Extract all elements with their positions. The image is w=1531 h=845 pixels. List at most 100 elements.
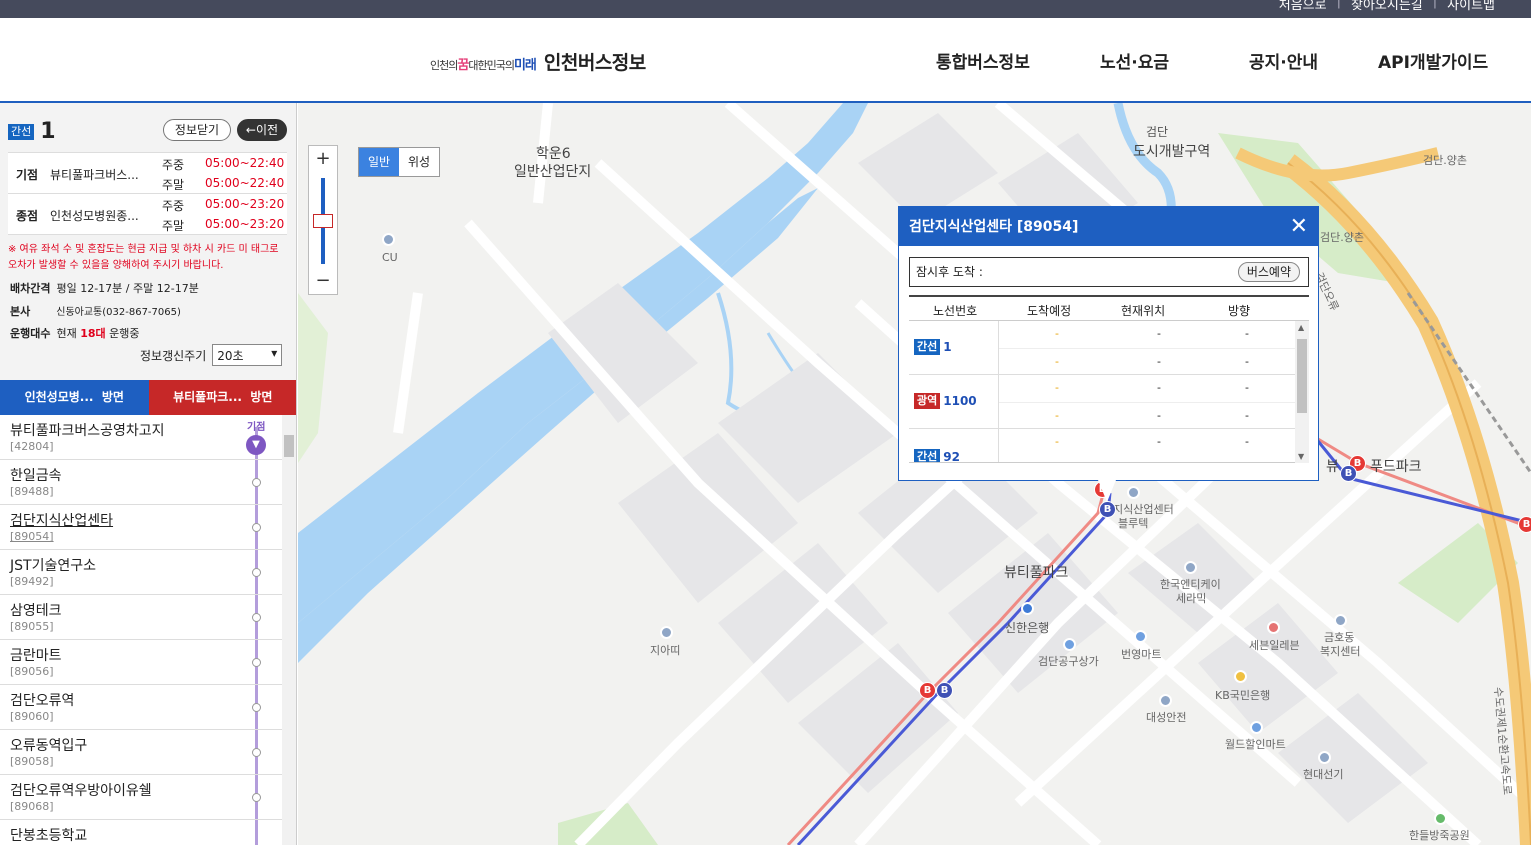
- scroll-down-icon[interactable]: ▼: [1298, 452, 1304, 461]
- table-row[interactable]: 광역 1100 - - - - - -: [909, 375, 1295, 429]
- bank-icon[interactable]: [1021, 602, 1034, 615]
- stop-id: [89488]: [10, 485, 54, 498]
- direction-cell: -: [1245, 435, 1249, 448]
- list-item[interactable]: 검단오류역우방아이유쉘 [89068]: [0, 775, 296, 820]
- bus-reserve-button[interactable]: 버스예약: [1237, 262, 1300, 282]
- tab-direction-seongmo[interactable]: 인천성모병... 방면: [0, 380, 149, 415]
- shopping-icon[interactable]: [1063, 638, 1076, 651]
- back-button[interactable]: ←이전: [237, 119, 287, 141]
- convenience-store-icon[interactable]: [382, 233, 395, 246]
- eta-cell: -: [1055, 435, 1059, 448]
- map-type-satellite[interactable]: 위성: [399, 148, 439, 176]
- map-label: 신한은행: [1005, 621, 1050, 635]
- map-label: 뷰티풀파크: [1004, 565, 1069, 581]
- arrival-text: 잠시후 도착 :: [916, 265, 983, 279]
- shopping-icon[interactable]: [1250, 721, 1263, 734]
- list-item[interactable]: 뷰티풀파크버스공영차고지 [42804] 기점 ▼: [0, 415, 296, 460]
- home-link[interactable]: 처음으로: [1279, 0, 1327, 13]
- close-icon[interactable]: ✕: [1290, 207, 1308, 247]
- list-item[interactable]: 금란마트 [89056]: [0, 640, 296, 685]
- close-info-button[interactable]: 정보닫기: [163, 119, 231, 141]
- list-item[interactable]: 오류동역입구 [89058]: [0, 730, 296, 775]
- tab-direction-beautifulpark[interactable]: 뷰티풀파크... 방면: [148, 380, 296, 415]
- map-label: CU: [382, 251, 398, 264]
- nav-routes-fares[interactable]: 노선·요금: [1100, 48, 1169, 73]
- route-number[interactable]: 92: [943, 450, 960, 462]
- logo-slogan-d: 미래: [513, 58, 537, 73]
- stop-dot-icon: [252, 568, 261, 577]
- building-icon[interactable]: [1184, 561, 1197, 574]
- list-item[interactable]: 삼영테크 [89055]: [0, 595, 296, 640]
- zoom-out-button[interactable]: −: [309, 270, 337, 294]
- route-number[interactable]: 1100: [943, 394, 976, 408]
- building-icon[interactable]: [1127, 486, 1140, 499]
- end-terminal-row: 종점 인천성모병원종... 주중 05:00~23:20 주말 05:00~23…: [8, 194, 287, 235]
- stop-dot-icon: [252, 523, 261, 532]
- stop-list: 뷰티풀파크버스공영차고지 [42804] 기점 ▼ 한일금속 [89488] 검…: [0, 415, 296, 845]
- stop-name: 삼영테크: [10, 603, 62, 619]
- table-row[interactable]: 간선 1 - - - - - -: [909, 321, 1295, 375]
- list-item[interactable]: 검단지식산업센타 [89054]: [0, 505, 296, 550]
- shopping-icon[interactable]: [1134, 630, 1147, 643]
- stop-name: 오류동역입구: [10, 738, 88, 754]
- interval-info: 배차간격 평일 12-17분 / 주말 12-17분: [10, 280, 199, 296]
- stop-id: [89492]: [10, 575, 54, 588]
- building-icon[interactable]: [1318, 751, 1331, 764]
- column-header: 현재위치: [1121, 304, 1166, 318]
- scrollbar-thumb[interactable]: [284, 435, 294, 457]
- convenience-store-icon[interactable]: [1267, 621, 1280, 634]
- list-item[interactable]: 한일금속 [89488]: [0, 460, 296, 505]
- logo-slogan: 인천의꿈대한민국의미래: [430, 54, 537, 73]
- zoom-slider-handle[interactable]: [313, 214, 333, 228]
- directions-link[interactable]: 찾아오시는길: [1351, 0, 1423, 13]
- map-type-normal[interactable]: 일반: [359, 148, 399, 176]
- bus-stop-marker-red[interactable]: B: [1518, 516, 1531, 533]
- weekend-time: 05:00~22:40: [205, 176, 285, 190]
- bank-icon[interactable]: [1234, 670, 1247, 683]
- nav-api-guide[interactable]: API개발가이드: [1378, 48, 1488, 73]
- popup-scrollbar[interactable]: ▲ ▼: [1295, 321, 1309, 463]
- nav-integrated-bus[interactable]: 통합버스정보: [936, 48, 1030, 73]
- refresh-select[interactable]: 20초: [212, 344, 283, 366]
- nav-notice[interactable]: 공지·안내: [1249, 48, 1318, 73]
- welfare-center-icon[interactable]: [1334, 614, 1347, 627]
- list-item[interactable]: JST기술연구소 [89492]: [0, 550, 296, 595]
- bus-stop-marker-red[interactable]: B: [919, 682, 936, 699]
- logo-slogan-c: 대한민국의: [468, 59, 515, 72]
- building-icon[interactable]: [660, 626, 673, 639]
- direction-cell: -: [1245, 327, 1249, 340]
- zoom-in-button[interactable]: +: [309, 148, 337, 172]
- arrival-subrow: - - -: [999, 321, 1295, 348]
- refresh-interval: 정보갱신주기 20초: [140, 344, 283, 366]
- start-label: 기점: [16, 168, 39, 182]
- table-row[interactable]: 간선 92 - - -: [909, 429, 1295, 462]
- site-logo[interactable]: 인천의꿈대한민국의미래 인천버스정보: [430, 48, 646, 75]
- route-cell: 광역 1100: [914, 393, 977, 409]
- sitemap-link[interactable]: 사이트맵: [1447, 0, 1495, 13]
- bus-stop-marker-blue[interactable]: B: [1340, 465, 1357, 482]
- stop-name: JST기술연구소: [10, 558, 96, 574]
- weekday-time: 05:00~23:20: [205, 197, 285, 211]
- route-number[interactable]: 1: [943, 340, 951, 354]
- map-label: 복지센터: [1320, 645, 1361, 658]
- stop-list-scrollbar[interactable]: [282, 415, 296, 845]
- map-view[interactable]: + − 일반 위성 학운6 일반산업단지 도시개발구역 CU 검단.양촌 검단.…: [298, 103, 1531, 845]
- bus-stop-marker-blue[interactable]: B: [936, 682, 953, 699]
- map-label: 검단.양촌: [1423, 154, 1467, 167]
- route-header: 간선 1: [8, 119, 56, 144]
- route-cell: 간선 1: [914, 339, 952, 355]
- park-icon[interactable]: [1434, 812, 1447, 825]
- scrollbar-thumb[interactable]: [1297, 339, 1307, 413]
- scroll-up-icon[interactable]: ▲: [1298, 323, 1304, 332]
- map-label: 푸드파크: [1370, 459, 1422, 475]
- map-label: 일반산업단지: [514, 164, 592, 180]
- column-header: 방향: [1228, 304, 1251, 318]
- arrival-subrow: - - -: [999, 375, 1295, 402]
- weekday-label: 주중: [162, 199, 185, 213]
- building-icon[interactable]: [1159, 694, 1172, 707]
- separator: |: [1336, 0, 1341, 9]
- bus-stop-marker-blue[interactable]: B: [1099, 501, 1116, 518]
- map-label: 번영마트: [1121, 648, 1162, 661]
- list-item[interactable]: 검단오류역 [89060]: [0, 685, 296, 730]
- list-item[interactable]: 단봉초등학교: [0, 820, 296, 845]
